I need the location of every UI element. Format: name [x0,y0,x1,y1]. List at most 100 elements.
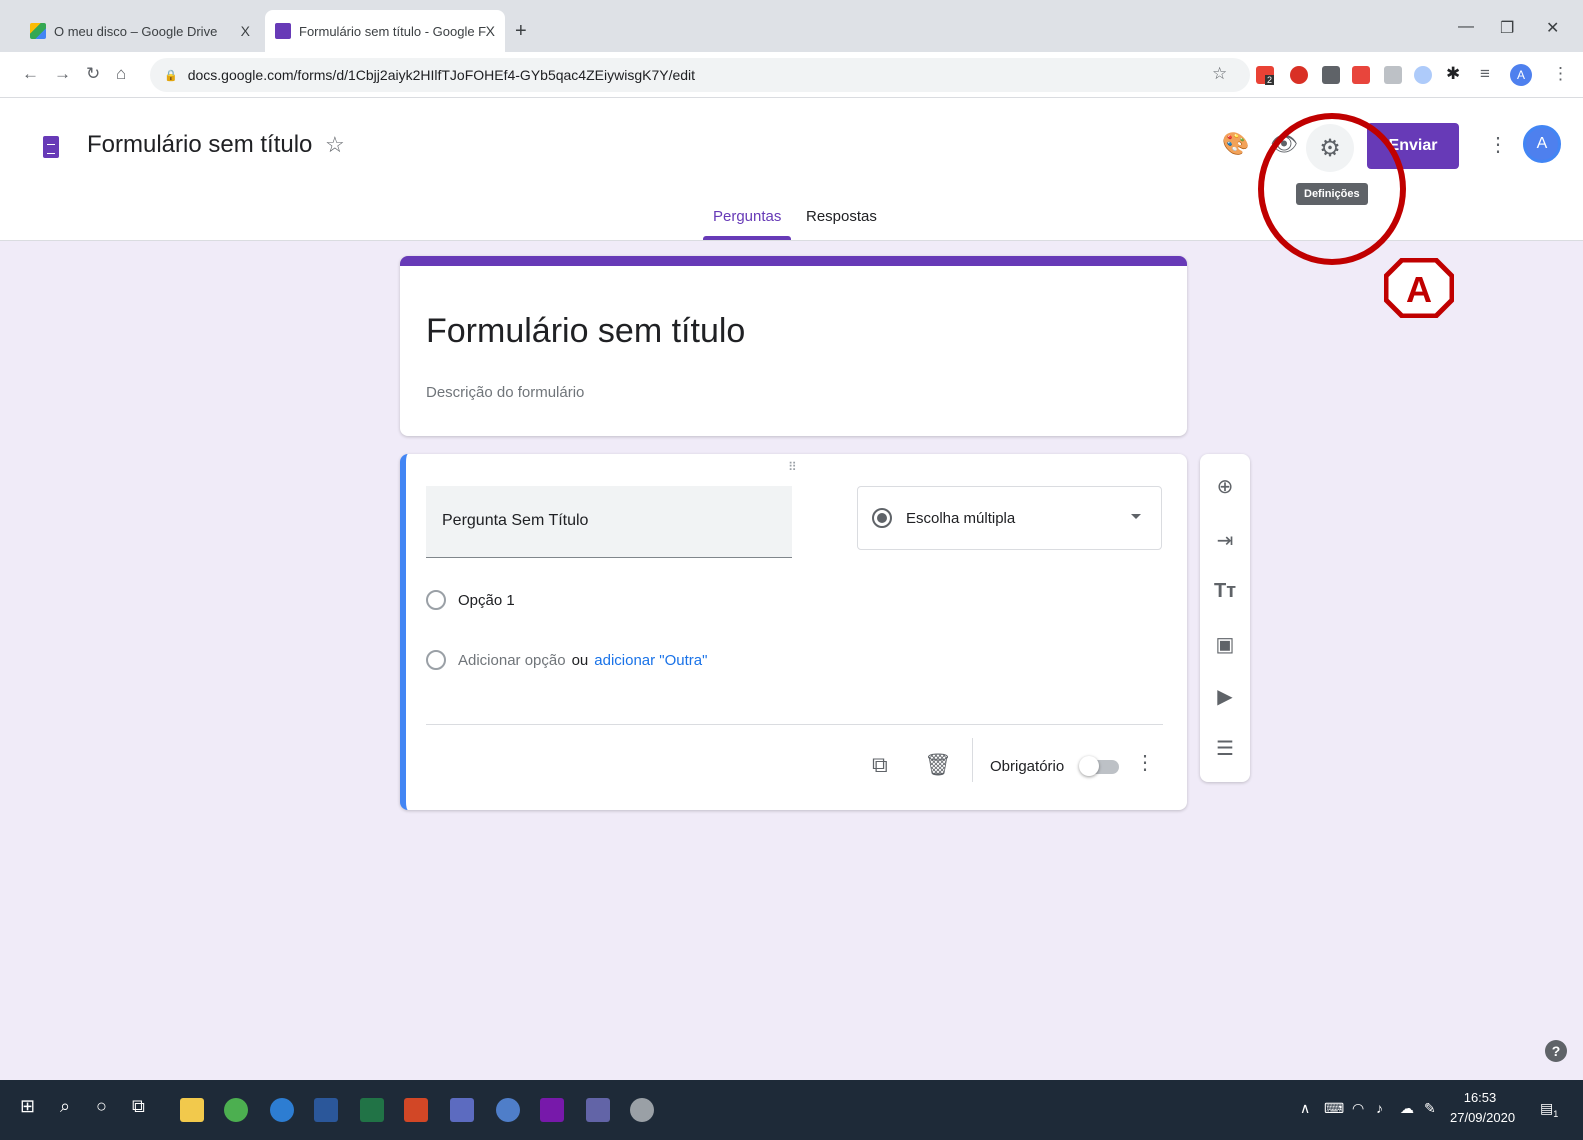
tab-google-forms[interactable]: Formulário sem título - Google F X [265,10,505,52]
clock-time: 16:53 [1463,1090,1497,1105]
annotation-label: A [1406,269,1432,310]
notification-count: 1 [1553,1108,1559,1119]
extensions-puzzle-icon[interactable]: ✱ [1446,64,1460,84]
lock-icon: 🔒 [164,69,178,82]
question-title-input[interactable]: Pergunta Sem Título [426,486,792,558]
extension-icon[interactable]: 2 [1256,66,1275,85]
profile-avatar[interactable]: A [1510,64,1532,86]
star-icon[interactable]: ☆ [325,132,345,158]
excel-icon[interactable] [360,1098,384,1122]
home-icon[interactable]: ⌂ [116,64,126,84]
more-options-icon[interactable]: ⋮ [1488,132,1508,157]
tab-questions[interactable]: Perguntas [713,208,781,225]
windows-taskbar: ⊞ ⌕ ○ ⧉ ∧ ⌨ ◠ ♪ ☁ ✎ 16:53 27/09/2020 ▤1 [0,1080,1583,1140]
drive-extension-icon[interactable] [1322,66,1340,84]
extension-icon[interactable] [1352,66,1370,84]
import-questions-icon[interactable]: ⇥ [1200,528,1250,553]
back-icon[interactable]: ← [22,64,39,84]
duplicate-icon[interactable]: ⧉ [872,752,888,778]
question-toolbar: ⊕ ⇥ Tт ▣ ▶ ☰ [1200,454,1250,782]
help-icon[interactable]: ? [1545,1040,1567,1062]
dropdown-arrow-icon [1131,514,1141,519]
file-explorer-icon[interactable] [180,1098,204,1122]
option-radio-icon [426,650,446,670]
google-forms-icon [275,23,291,39]
tray-overflow-icon[interactable]: ∧ [1300,1100,1310,1117]
reading-list-icon[interactable]: ≡ [1480,64,1490,84]
add-video-icon[interactable]: ▶ [1200,684,1250,709]
option-row[interactable]: Opção 1 [426,590,515,610]
tab-label: Formulário sem título - Google F [299,23,487,39]
tab-google-drive[interactable]: O meu disco – Google Drive X [20,10,260,52]
question-card[interactable]: ⠿ Pergunta Sem Título Escolha múltipla O… [400,454,1187,810]
add-other-link[interactable]: adicionar "Outra" [594,652,707,669]
browser-toolbar: ← → ↻ ⌂ 🔒 docs.google.com/forms/d/1Cbjj2… [0,52,1583,98]
wifi-icon[interactable]: ◠ [1352,1100,1364,1117]
palette-icon[interactable]: 🎨 [1222,131,1249,157]
clock-date: 27/09/2020 [1450,1110,1516,1125]
radio-button-icon [872,508,892,528]
question-more-icon[interactable]: ⋮ [1135,750,1155,775]
or-text: ou [571,651,589,669]
minimize-icon[interactable]: — [1458,18,1474,36]
new-tab-button[interactable]: + [515,20,527,43]
r-app-icon[interactable] [496,1098,520,1122]
forward-icon[interactable]: → [54,64,71,84]
bookmark-star-icon[interactable]: ☆ [1212,64,1227,84]
add-title-icon[interactable]: Tт [1200,580,1250,603]
onedrive-icon[interactable]: ☁ [1400,1100,1414,1117]
calculator-icon[interactable] [450,1098,474,1122]
add-image-icon[interactable]: ▣ [1200,632,1250,657]
cortana-icon[interactable]: ○ [96,1096,107,1117]
pen-icon[interactable]: ✎ [1424,1100,1436,1117]
adblock-icon[interactable] [1290,66,1308,84]
forms-logo-icon[interactable] [43,136,59,158]
powerpoint-icon[interactable] [404,1098,428,1122]
form-description[interactable]: Descrição do formulário [426,384,584,401]
reload-icon[interactable]: ↻ [86,64,100,84]
onenote-icon[interactable] [540,1098,564,1122]
app-icon[interactable] [270,1098,294,1122]
snipping-tool-icon[interactable] [630,1098,654,1122]
delete-trash-icon[interactable]: 🗑 [924,752,952,778]
word-icon[interactable] [314,1098,338,1122]
annotation-marker: A [1384,258,1454,318]
close-tab-icon[interactable]: X [241,23,250,39]
footer-separator [972,738,973,782]
form-title-header[interactable]: Formulário sem título [87,131,312,159]
windows-start-icon[interactable]: ⊞ [20,1096,35,1117]
form-title-card: Formulário sem título Descrição do formu… [400,256,1187,436]
taskbar-clock[interactable]: 16:53 27/09/2020 [1450,1088,1516,1128]
browser-tab-strip: O meu disco – Google Drive X Formulário … [0,0,1583,52]
language-icon[interactable]: ⌨ [1324,1100,1344,1117]
form-title[interactable]: Formulário sem título [426,312,745,351]
restore-icon[interactable]: ❐ [1500,18,1514,38]
question-type-dropdown[interactable]: Escolha múltipla [857,486,1162,550]
option-label[interactable]: Opção 1 [458,592,515,609]
tab-responses[interactable]: Respostas [806,208,877,225]
chrome-icon[interactable] [224,1098,248,1122]
active-tab-indicator [703,236,791,240]
search-icon[interactable]: ⌕ [60,1096,70,1117]
extension-icon[interactable] [1384,66,1402,84]
close-window-icon[interactable]: ✕ [1546,18,1559,38]
volume-icon[interactable]: ♪ [1376,1100,1383,1116]
close-tab-icon[interactable]: X [486,23,495,39]
add-question-icon[interactable]: ⊕ [1200,474,1250,499]
extension-badge: 2 [1265,75,1275,85]
required-label: Obrigatório [990,758,1065,775]
add-section-icon[interactable]: ☰ [1200,736,1250,761]
required-toggle[interactable] [1079,756,1119,776]
sound-extension-icon[interactable] [1414,66,1432,84]
teams-icon[interactable] [586,1098,610,1122]
google-drive-icon [30,23,46,39]
account-avatar[interactable]: A [1523,125,1561,163]
address-bar[interactable]: 🔒 docs.google.com/forms/d/1Cbjj2aiyk2HIl… [150,58,1250,92]
option-radio-icon [426,590,446,610]
task-view-icon[interactable]: ⧉ [132,1096,145,1117]
tab-label: O meu disco – Google Drive [54,23,218,39]
notification-icon[interactable]: ▤1 [1540,1100,1558,1119]
drag-handle-icon[interactable]: ⠿ [788,460,798,474]
add-option-link[interactable]: Adicionar opção [458,652,566,669]
browser-menu-icon[interactable]: ⋮ [1552,64,1569,84]
